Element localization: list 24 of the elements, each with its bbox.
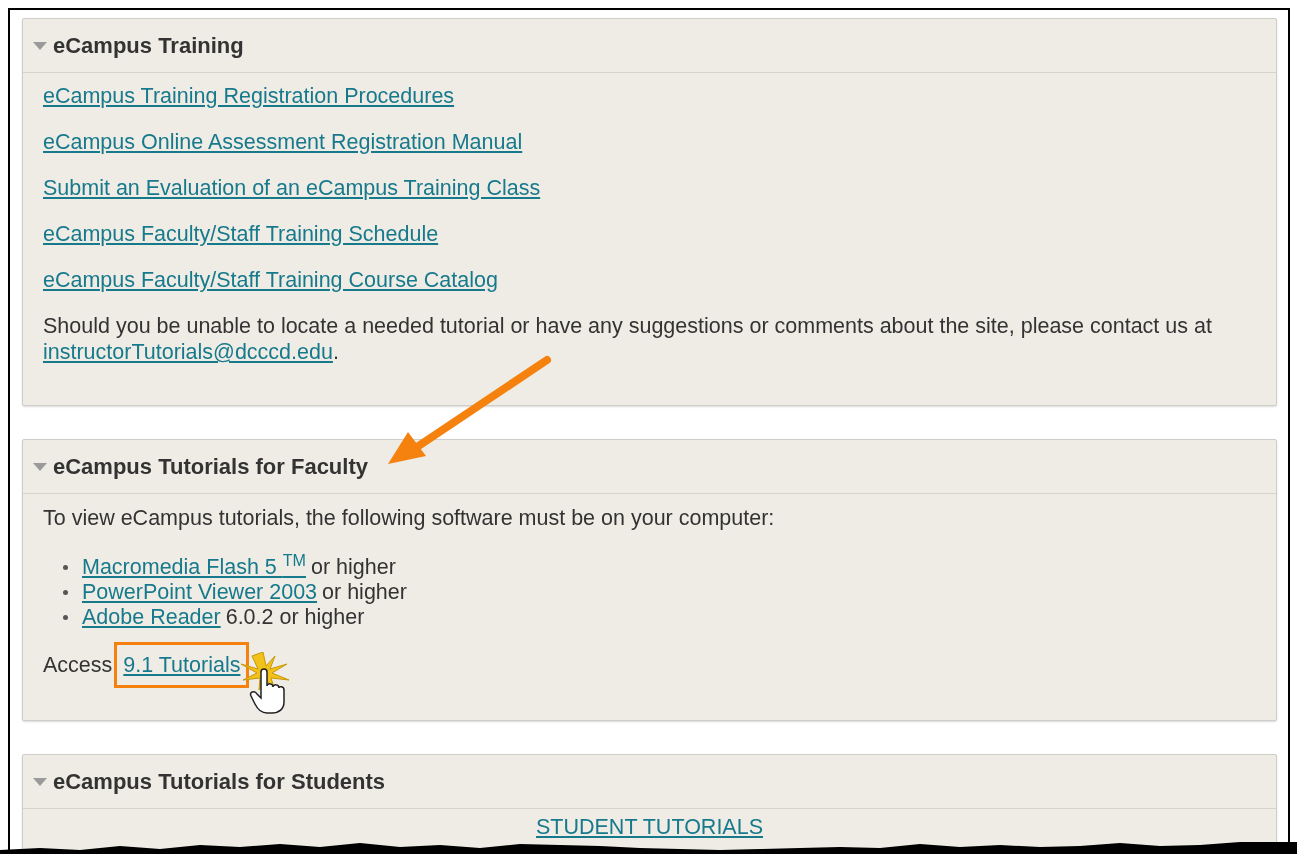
intro-text: To view eCampus tutorials, the following software must be on your computer:: [43, 505, 776, 531]
section-title: eCampus Tutorials for Students: [53, 768, 386, 797]
link[interactable]: Submit an Evaluation of an eCampus Training Class: [43, 171, 541, 205]
link[interactable]: STUDENT TUTORIALS: [536, 811, 763, 844]
collapse-toggle[interactable]: eCampus Tutorials for Students: [33, 765, 386, 799]
collapse-toggle[interactable]: eCampus Tutorials for Faculty: [33, 450, 368, 483]
contact-paragraph: Should you be unable to locate a needed tutorial or have any suggestions or comments about the site, please contact us at instructorTutorials@dcccd.edu.: [43, 313, 1213, 365]
collapse-toggle[interactable]: eCampus Training: [33, 29, 244, 62]
tutorials-link[interactable]: 9.1 Tutorials: [123, 653, 241, 677]
link[interactable]: eCampus Training Registration Procedures: [43, 79, 455, 113]
link[interactable]: eCampus Online Assessment Registration Manual: [43, 125, 523, 159]
link[interactable]: eCampus Faculty/Staff Training Course Catalog: [43, 263, 498, 297]
caret-icon: [33, 462, 47, 471]
email-link[interactable]: instructorTutorials@dcccd.edu: [43, 340, 333, 364]
bullet-icon: [63, 615, 68, 620]
link[interactable]: eCampus Faculty/Staff Training Schedule: [43, 217, 439, 251]
section-title: eCampus Tutorials for Faculty: [53, 453, 368, 481]
section-title: eCampus Training: [53, 32, 244, 60]
bullet-icon: [63, 565, 68, 570]
bullet-icon: [63, 590, 68, 595]
access-label: Access: [43, 652, 113, 679]
requirement-text: or higher: [322, 579, 407, 607]
caret-icon: [33, 777, 47, 786]
caret-icon: [33, 41, 47, 50]
